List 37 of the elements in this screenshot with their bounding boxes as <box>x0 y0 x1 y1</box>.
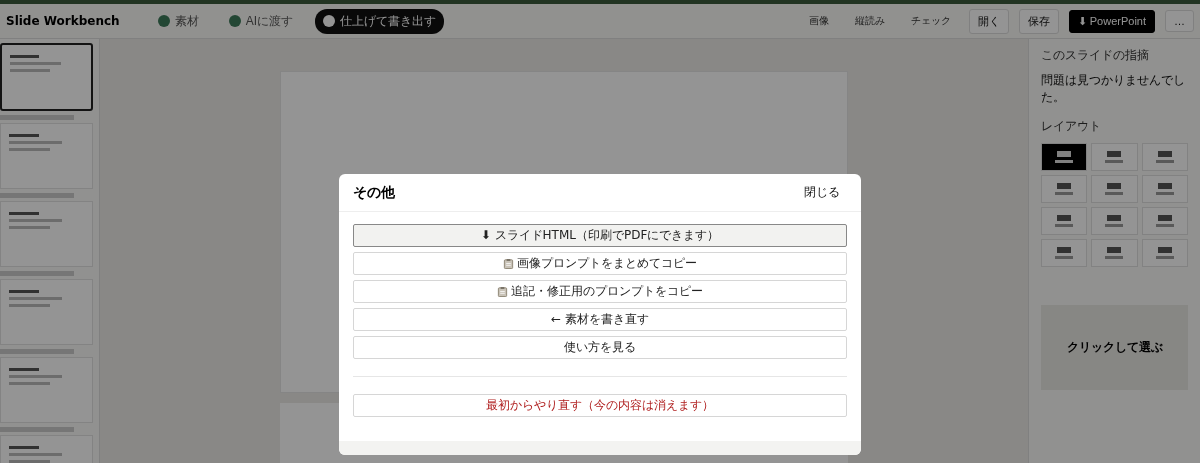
layout-option[interactable] <box>1091 239 1138 267</box>
layout-option[interactable] <box>1141 175 1188 203</box>
header-button[interactable]: 開く <box>968 8 1009 34</box>
header-button[interactable]: ⬇ PowerPoint <box>1068 9 1155 33</box>
issues-text: 問題は見つかりませんでした。 <box>1041 72 1186 106</box>
step-tab[interactable]: 仕上げて書き出す <box>315 8 444 34</box>
header-link[interactable]: 画像 <box>800 10 837 32</box>
header-link[interactable]: チェック <box>902 10 959 32</box>
layout-option[interactable] <box>1141 143 1188 171</box>
dialog-title: その他 <box>353 183 395 202</box>
layout-option[interactable] <box>1041 207 1088 235</box>
action-button[interactable]: 使い方を見る <box>353 336 847 359</box>
header-link[interactable]: 縦読み <box>846 10 893 32</box>
action-button[interactable]: 画像プロンプトをまとめてコピー <box>353 252 847 275</box>
layout-option[interactable] <box>1141 207 1188 235</box>
app-title: Slide Workbench <box>6 14 120 28</box>
action-button[interactable]: ⬇ スライドHTML（印刷でPDFにできます） <box>353 224 847 247</box>
action-button[interactable]: ← 素材を書き直す <box>353 308 847 331</box>
layout-option[interactable] <box>1041 143 1088 171</box>
reset-button[interactable]: 最初からやり直す（今の内容は消えます） <box>353 394 847 417</box>
layout-option[interactable] <box>1091 175 1138 203</box>
layout-option[interactable] <box>1141 239 1188 267</box>
section-heading: このスライドの指摘 <box>1041 47 1150 64</box>
clipboard-icon <box>497 286 508 297</box>
header-button[interactable]: … <box>1165 10 1194 32</box>
layout-option[interactable] <box>1041 239 1088 267</box>
slide-thumbnail[interactable] <box>0 43 93 111</box>
step-tab[interactable]: 素材 <box>149 8 207 34</box>
layout-option[interactable] <box>1041 175 1088 203</box>
action-button[interactable]: 追記・修正用のプロンプトをコピー <box>353 280 847 303</box>
section-heading: レイアウト <box>1041 118 1102 135</box>
clipboard-icon <box>503 258 514 269</box>
header-button[interactable]: 保存 <box>1018 8 1059 34</box>
layout-option[interactable] <box>1091 143 1138 171</box>
step-tab[interactable]: AIに渡す <box>220 8 301 34</box>
layout-option[interactable] <box>1091 207 1138 235</box>
image-drop-zone[interactable]: クリックして選ぶ <box>1041 305 1188 390</box>
